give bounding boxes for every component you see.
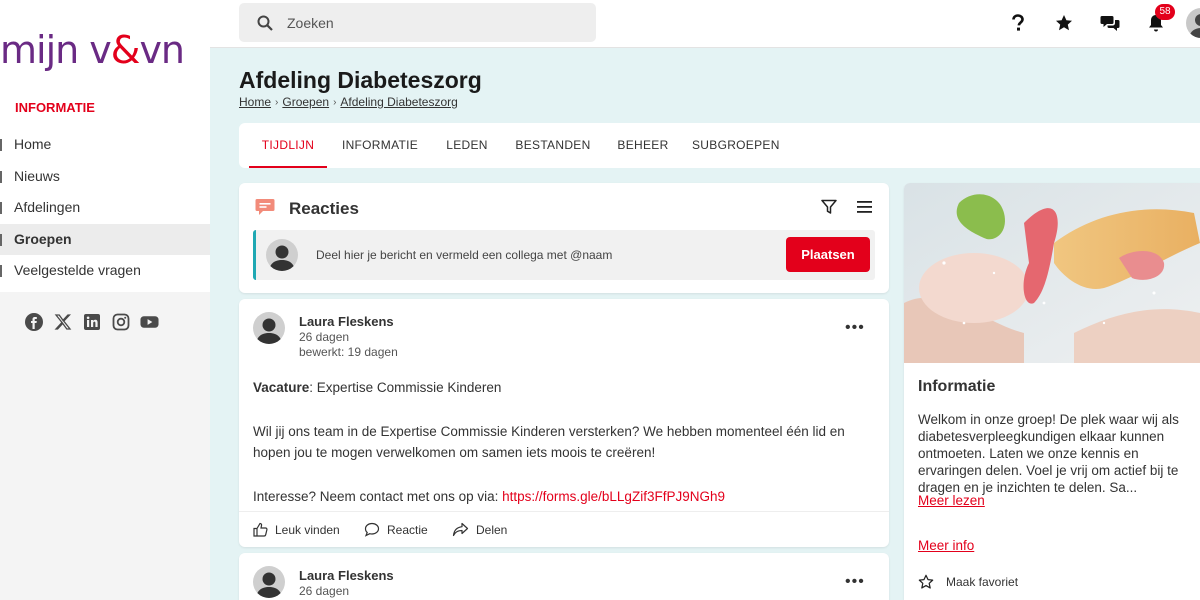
sidebar: mijn v&vn INFORMATIE Home Nieuws Afdelin… (0, 0, 210, 600)
post-button[interactable]: Plaatsen (786, 237, 870, 272)
avatar (266, 239, 298, 271)
breadcrumb-home[interactable]: Home (239, 95, 271, 109)
group-cover-image (904, 183, 1200, 363)
chevron-right-icon: › (275, 96, 279, 108)
group-tabs: TIJDLIJN INFORMATIE LEDEN BESTANDEN BEHE… (239, 123, 1200, 168)
avatar[interactable] (253, 566, 285, 598)
post-paragraph: Wil jij ons team in de Expertise Commiss… (253, 423, 845, 461)
reply-label: Reactie (387, 522, 428, 537)
more-options-icon[interactable]: ••• (845, 319, 865, 337)
post-date: 26 dagen (299, 330, 350, 344)
share-icon (452, 522, 469, 537)
tab-beheer[interactable]: BEHEER (614, 123, 672, 168)
reacties-card: Reacties Deel hier je bericht en vermeld… (239, 183, 889, 293)
logo-ampersand: & (110, 28, 141, 72)
post-heading-bold: Vacature (253, 380, 310, 395)
chevron-right-icon: › (333, 96, 337, 108)
search-icon (257, 15, 273, 31)
star-icon[interactable] (1053, 12, 1075, 34)
tab-bestanden[interactable]: BESTANDEN (513, 123, 593, 168)
post-date: 26 dagen (299, 584, 350, 598)
tab-informatie[interactable]: INFORMATIE (339, 123, 421, 168)
post-author[interactable]: Laura Fleskens (299, 568, 394, 583)
top-bar: 58 (210, 0, 1200, 48)
logo-text-start: mijn v (0, 28, 112, 72)
comment-icon (255, 199, 275, 215)
post-contact: Interesse? Neem contact met ons op via: … (253, 486, 873, 508)
more-options-icon[interactable]: ••• (845, 573, 865, 591)
notification-badge: 58 (1155, 4, 1175, 20)
sidebar-item-groepen[interactable]: Groepen (0, 223, 210, 255)
tab-leden[interactable]: LEDEN (441, 123, 493, 168)
star-outline-icon (918, 574, 934, 589)
post-card: Laura Fleskens 26 dagen bewerkt: 19 dage… (239, 299, 889, 547)
tab-subgroepen[interactable]: SUBGROEPEN (692, 123, 779, 168)
filter-icon[interactable] (821, 199, 837, 215)
avatar[interactable] (253, 312, 285, 344)
linkedin-icon[interactable] (82, 312, 101, 331)
post-body: Vacature: Expertise Commissie Kinderen W… (253, 377, 873, 529)
sidebar-item-nieuws[interactable]: Nieuws (0, 161, 210, 193)
x-icon[interactable] (53, 312, 72, 331)
breadcrumb-groepen[interactable]: Groepen (282, 95, 329, 109)
youtube-icon[interactable] (140, 312, 159, 331)
post-link[interactable]: https://forms.gle/bLLgZif3FfPJ9NGh9 (502, 489, 725, 504)
facebook-icon[interactable] (24, 312, 43, 331)
share-label: Delen (476, 522, 508, 537)
logo[interactable]: mijn v&vn (0, 28, 185, 72)
more-info-link[interactable]: Meer info (918, 538, 974, 553)
tab-tijdlijn[interactable]: TIJDLIJN (249, 123, 327, 168)
post-contact-text: Interesse? Neem contact met ons op via: (253, 488, 503, 504)
breadcrumb-current[interactable]: Afdeling Diabeteszorg (340, 95, 457, 109)
favorite-button[interactable]: Maak favoriet (918, 574, 1018, 590)
post-author[interactable]: Laura Fleskens (299, 314, 394, 329)
post-edited: bewerkt: 19 dagen (299, 345, 398, 359)
reacties-title: Reacties (289, 199, 359, 218)
help-icon[interactable] (1007, 12, 1029, 34)
user-avatar[interactable] (1186, 8, 1200, 38)
group-info-card: Informatie Welkom in onze groep! De plek… (904, 183, 1200, 600)
like-label: Leuk vinden (275, 522, 340, 537)
read-more-link[interactable]: Meer lezen (918, 493, 985, 508)
instagram-icon[interactable] (111, 312, 130, 331)
info-title: Informatie (918, 378, 996, 395)
sidebar-item-veelgestelde-vragen[interactable]: Veelgestelde vragen (0, 255, 210, 287)
post-composer[interactable]: Deel hier je bericht en vermeld een coll… (253, 230, 875, 280)
speech-bubble-icon (364, 522, 380, 537)
social-links (24, 312, 159, 331)
favorite-label: Maak favoriet (946, 575, 1019, 589)
breadcrumb: Home › Groepen › Afdeling Diabeteszorg (239, 95, 458, 109)
search-box[interactable] (239, 3, 596, 42)
share-button[interactable]: Delen (452, 522, 507, 537)
thumbs-up-icon (253, 522, 268, 537)
sidebar-heading: INFORMATIE (15, 100, 95, 115)
composer-input[interactable]: Deel hier je bericht en vermeld een coll… (316, 248, 612, 262)
sidebar-nav: Home Nieuws Afdelingen Groepen Veelgeste… (0, 129, 210, 287)
post-heading: Vacature: Expertise Commissie Kinderen (253, 377, 873, 399)
post-actions: Leuk vinden Reactie Delen (239, 511, 889, 547)
sidebar-item-afdelingen[interactable]: Afdelingen (0, 192, 210, 224)
sort-icon[interactable] (857, 200, 872, 214)
chat-icon[interactable] (1099, 12, 1121, 34)
info-description: Welkom in onze groep! De plek waar wij a… (918, 412, 1179, 495)
post-heading-rest: : Expertise Commissie Kinderen (309, 380, 502, 395)
search-input[interactable] (287, 14, 567, 31)
logo-text-end: vn (139, 28, 185, 72)
reply-button[interactable]: Reactie (364, 522, 428, 537)
post-card: Laura Fleskens 26 dagen ••• (239, 553, 889, 600)
sidebar-item-home[interactable]: Home (0, 129, 210, 161)
like-button[interactable]: Leuk vinden (253, 522, 340, 537)
sidebar-panel: mijn v&vn INFORMATIE Home Nieuws Afdelin… (0, 0, 210, 292)
page-title: Afdeling Diabeteszorg (239, 67, 482, 93)
